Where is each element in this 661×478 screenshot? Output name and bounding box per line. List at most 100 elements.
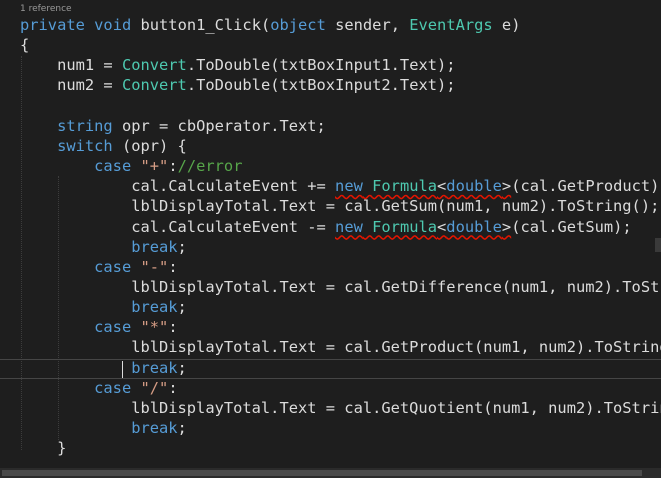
code-line[interactable]: switch (opr) { <box>20 136 187 156</box>
code-token: Formula <box>372 217 438 236</box>
code-token: //error <box>177 157 243 176</box>
code-line[interactable]: lblDisplayTotal.Text = cal.GetQuotient(n… <box>20 398 661 418</box>
code-token: Formula <box>372 177 438 196</box>
code-token: Convert <box>121 56 187 75</box>
text-caret <box>122 361 123 378</box>
code-token: lblDisplayTotal.Text = cal.GetQuotient(n… <box>20 398 661 417</box>
code-line[interactable]: lblDisplayTotal.Text = cal.GetSum(num1, … <box>20 196 659 216</box>
code-token: (cal.GetSum); <box>511 217 632 236</box>
code-token: break <box>131 298 178 317</box>
code-token: case <box>94 378 132 397</box>
code-line[interactable]: case "-": <box>20 257 178 277</box>
horizontal-scrollbar-thumb[interactable] <box>2 470 642 476</box>
code-token: : <box>168 378 178 397</box>
code-line[interactable]: case "*": <box>20 317 178 337</box>
code-line[interactable]: break; <box>20 237 187 257</box>
code-token: } <box>20 439 67 458</box>
code-line[interactable]: lblDisplayTotal.Text = cal.GetProduct(nu… <box>20 337 661 357</box>
code-token: num2 = <box>20 76 122 95</box>
code-token: "*" <box>140 318 169 337</box>
code-token: opr = cbOperator.Text; <box>112 116 326 135</box>
code-token: : <box>168 257 178 276</box>
code-line[interactable]: string opr = cbOperator.Text; <box>20 116 326 136</box>
code-token: object <box>270 16 326 34</box>
code-line[interactable]: cal.CalculateEvent += new Formula<double… <box>20 176 661 196</box>
code-token: break <box>131 358 178 377</box>
code-token: double <box>446 217 502 236</box>
code-token: lblDisplayTotal.Text = cal.GetSum(num1, … <box>20 197 660 216</box>
code-token: ; <box>177 298 187 317</box>
code-token: case <box>94 157 132 176</box>
code-token: .ToDouble(txtBoxInput1.Text); <box>186 56 456 75</box>
code-line[interactable]: lblDisplayTotal.Text = cal.GetDifference… <box>20 277 661 297</box>
code-token: void <box>94 16 132 34</box>
code-token: num1 = <box>20 56 122 75</box>
code-line[interactable]: num2 = Convert.ToDouble(txtBoxInput2.Tex… <box>20 75 456 95</box>
code-token: ; <box>177 358 187 377</box>
code-line[interactable]: num1 = Convert.ToDouble(txtBoxInput1.Tex… <box>20 55 456 75</box>
code-token: button1_Click( <box>131 16 271 34</box>
code-token: sender, <box>325 16 410 34</box>
code-line[interactable]: cal.CalculateEvent -= new Formula<double… <box>20 217 632 237</box>
code-token: break <box>131 237 178 256</box>
code-token: "-" <box>140 257 169 276</box>
code-token: cal.CalculateEvent += <box>20 177 336 196</box>
code-token: (opr) { <box>112 136 187 155</box>
code-token: new <box>335 177 363 196</box>
code-token: "/" <box>140 378 169 397</box>
code-token: switch <box>57 136 113 155</box>
code-token: > <box>501 177 512 196</box>
vertical-scroll-marker <box>655 238 661 252</box>
code-token: lblDisplayTotal.Text = cal.GetDifference… <box>20 277 661 296</box>
code-token: case <box>94 257 132 276</box>
code-line[interactable]: case "+"://error <box>20 156 242 176</box>
code-token: ; <box>177 237 187 256</box>
code-token: > <box>501 217 512 236</box>
code-token: (cal.GetProduct); <box>511 177 661 196</box>
code-token: Convert <box>121 76 187 95</box>
code-line[interactable]: { <box>20 35 29 55</box>
code-token: new <box>335 217 363 236</box>
code-token: : <box>168 157 178 176</box>
code-token: < <box>437 217 447 236</box>
code-editor[interactable]: 1 reference private void button1_Click(o… <box>0 0 661 478</box>
code-token: < <box>437 177 447 196</box>
code-token: e) <box>492 16 521 34</box>
code-token: ; <box>177 419 187 437</box>
code-token: private <box>20 16 85 34</box>
code-line[interactable]: break; <box>20 358 187 378</box>
code-line[interactable]: case "/": <box>20 378 178 398</box>
code-token: { <box>20 36 30 55</box>
code-token: : <box>168 318 178 337</box>
code-token: "+" <box>140 157 169 176</box>
code-line[interactable]: break; <box>20 297 187 317</box>
code-line[interactable]: private void button1_Click(object sender… <box>20 15 520 35</box>
code-line[interactable]: } <box>20 438 66 458</box>
code-token: cal.CalculateEvent -= <box>20 217 336 236</box>
code-line[interactable]: break; <box>20 418 187 438</box>
code-token: double <box>446 177 502 196</box>
code-token: string <box>57 116 113 135</box>
code-token: .ToDouble(txtBoxInput2.Text); <box>186 76 456 95</box>
code-token: lblDisplayTotal.Text = cal.GetProduct(nu… <box>20 338 661 357</box>
code-token: break <box>131 419 178 437</box>
codelens-references[interactable]: 1 reference <box>20 4 72 14</box>
code-token: case <box>94 318 132 337</box>
